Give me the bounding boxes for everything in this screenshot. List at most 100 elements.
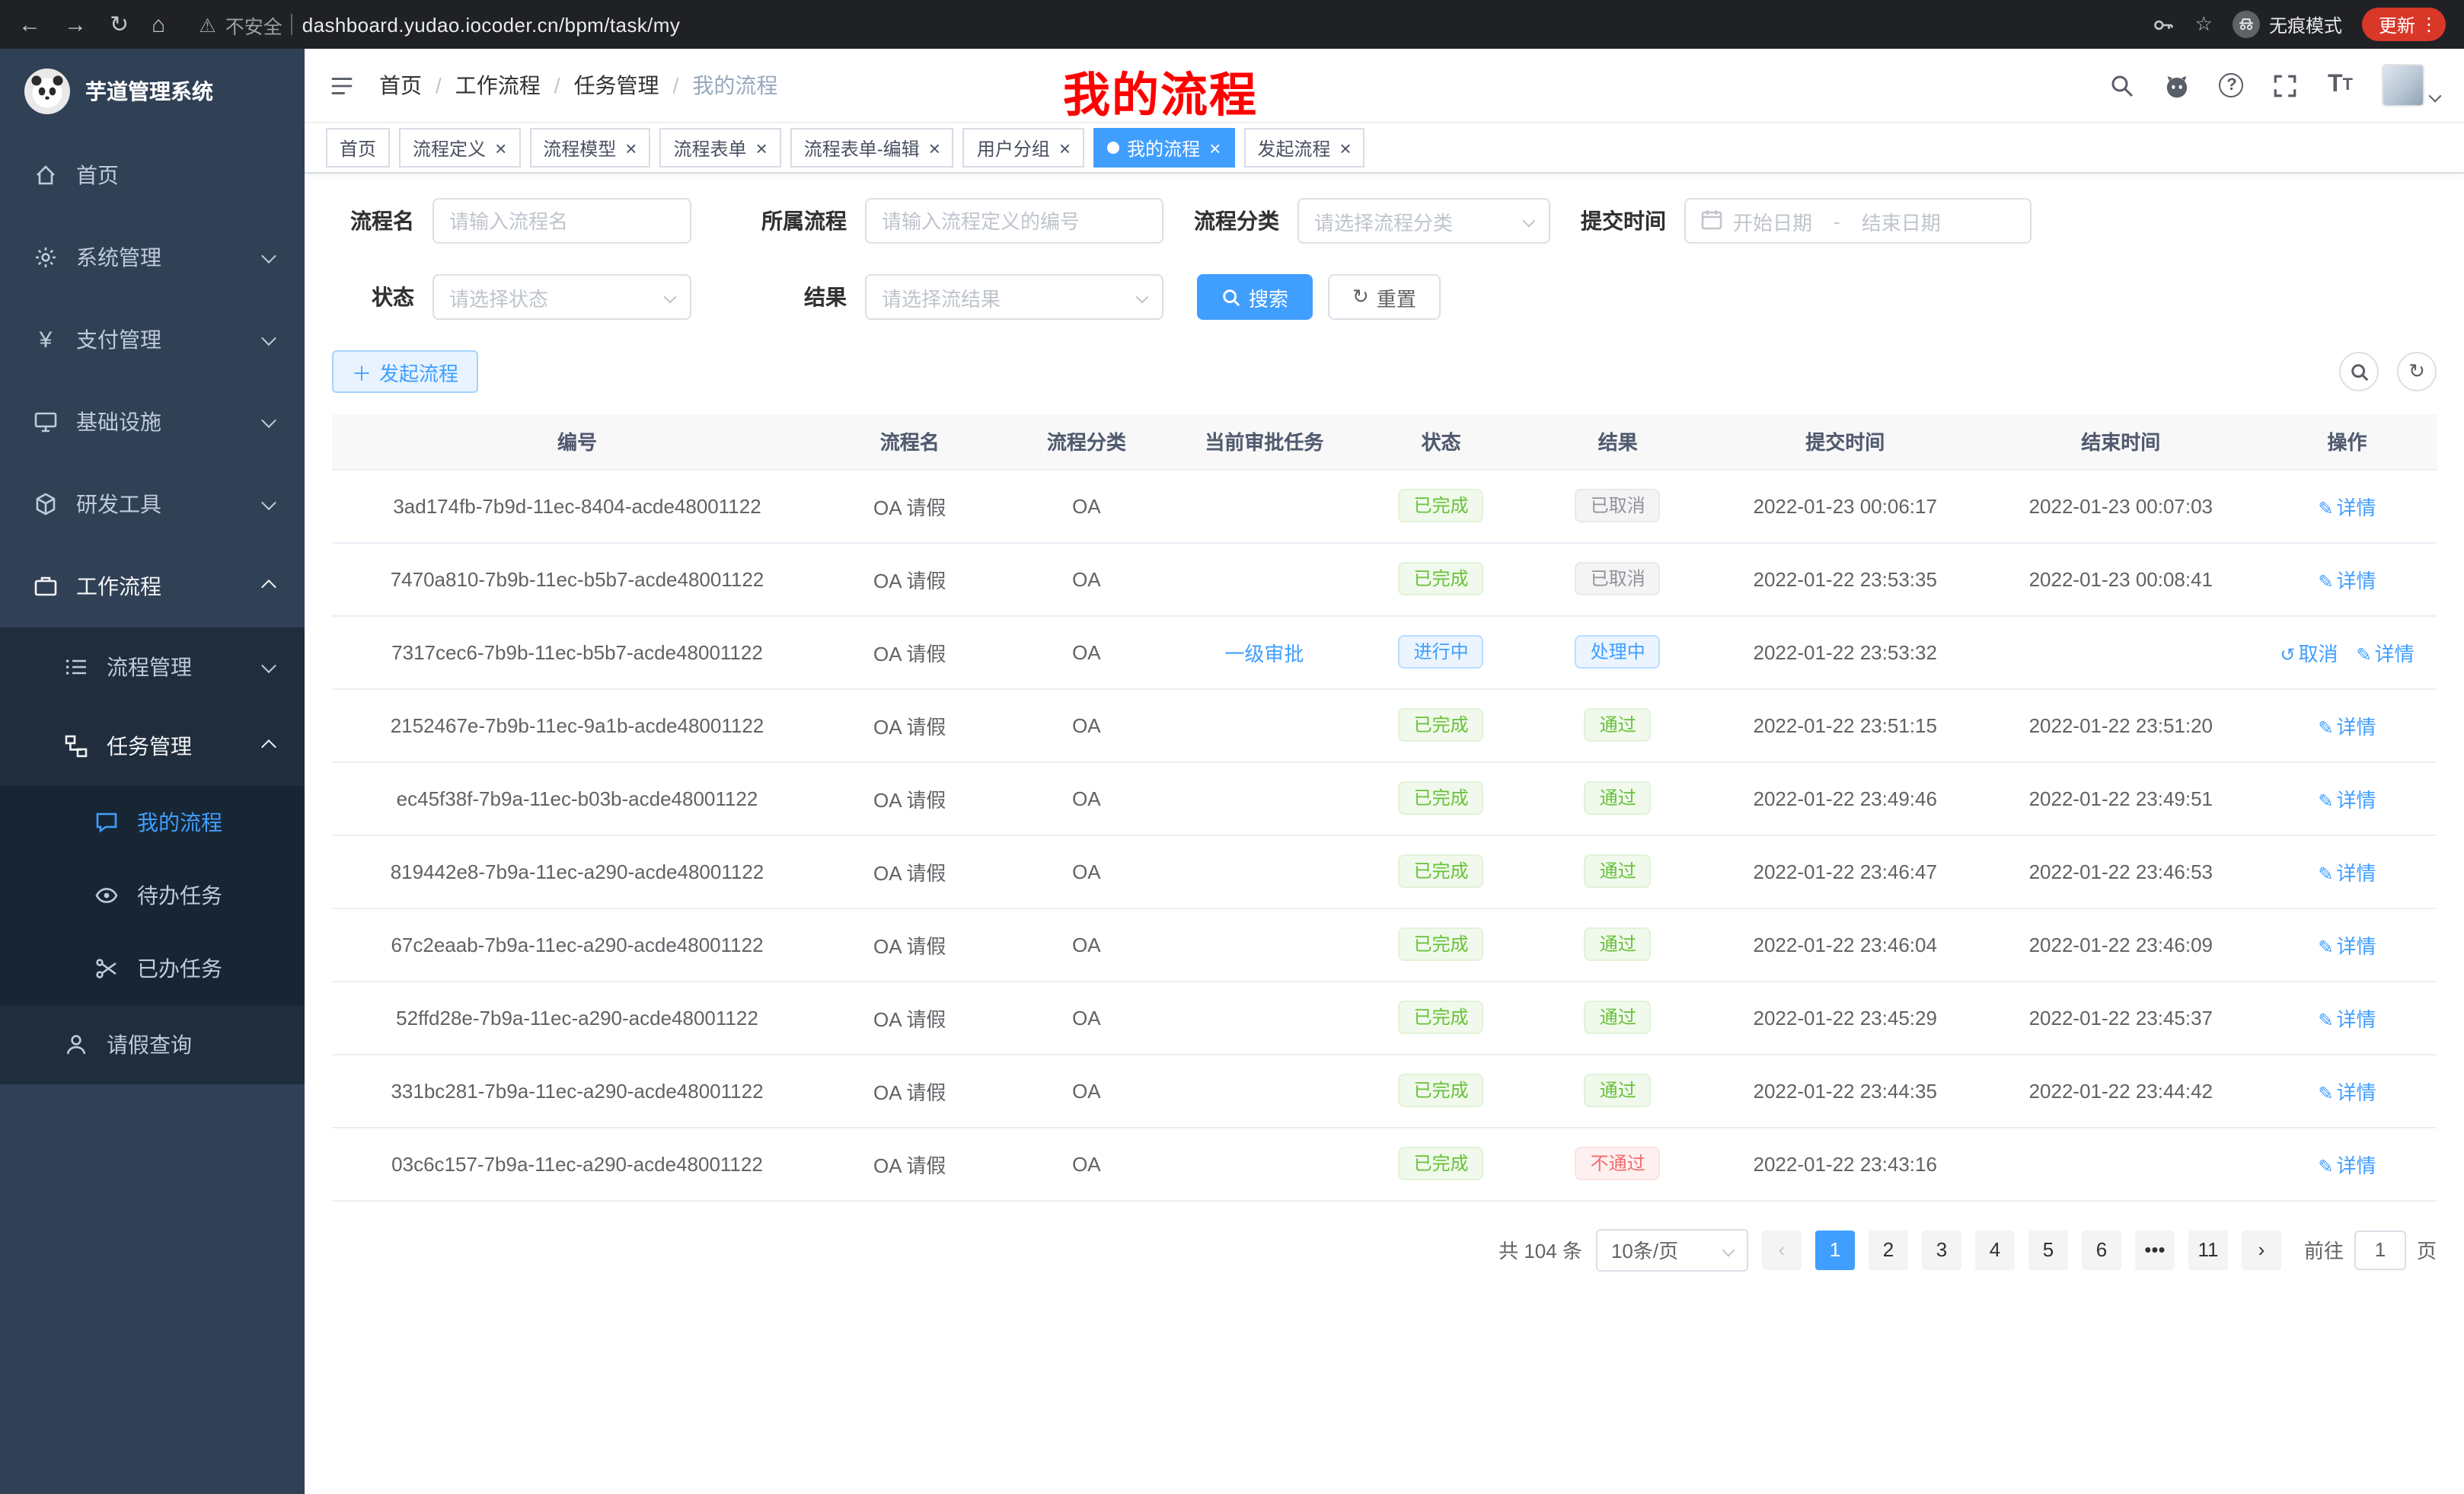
tab-流程表单-编辑[interactable]: 流程表单-编辑× xyxy=(790,128,954,168)
reload-icon[interactable]: ↻ xyxy=(110,11,129,38)
help-icon[interactable]: ? xyxy=(2220,73,2244,97)
pager-page-11[interactable]: 11 xyxy=(2188,1230,2228,1269)
tab-close-icon[interactable]: × xyxy=(1209,138,1221,158)
table-row: 3ad174fb-7b9d-11ec-8404-acde48001122OA 请… xyxy=(332,469,2437,542)
start-date-placeholder[interactable]: 开始日期 xyxy=(1733,206,1812,235)
github-icon[interactable] xyxy=(2165,72,2191,98)
action-detail-link[interactable]: ✎详情 xyxy=(2318,1081,2376,1103)
scissors-icon xyxy=(94,956,119,981)
pager-page-1[interactable]: 1 xyxy=(1815,1230,1855,1269)
tab-首页[interactable]: 首页 xyxy=(326,128,390,168)
category-select[interactable]: 请选择流程分类 xyxy=(1297,198,1550,244)
action-detail-link[interactable]: ✎详情 xyxy=(2356,642,2414,665)
pager-page-6[interactable]: 6 xyxy=(2082,1230,2121,1269)
sidebar-item-task-management[interactable]: 任务管理 xyxy=(0,707,305,786)
sidebar-item-workflow[interactable]: 工作流程 xyxy=(0,545,305,627)
breadcrumb-item[interactable]: 首页 xyxy=(379,70,422,101)
filter-row-1: 流程名 所属流程 流程分类 请选择流程分类 提交时间 xyxy=(332,198,2437,244)
result-select[interactable]: 请选择流结果 xyxy=(865,274,1163,320)
action-detail-link[interactable]: ✎详情 xyxy=(2318,1007,2376,1030)
sidebar-item-devtools[interactable]: 研发工具 xyxy=(0,463,305,545)
page-size-select[interactable]: 10条/页 xyxy=(1596,1228,1748,1271)
tab-close-icon[interactable]: × xyxy=(929,138,940,158)
cell-status: 进行中 xyxy=(1353,615,1530,688)
next-page-button[interactable]: › xyxy=(2242,1230,2281,1269)
cell-end-time: 2022-01-22 23:44:42 xyxy=(1984,1054,2258,1127)
pager-page-4[interactable]: 4 xyxy=(1975,1230,2015,1269)
action-detail-link[interactable]: ✎详情 xyxy=(2318,788,2376,811)
tab-流程模型[interactable]: 流程模型 × xyxy=(529,128,650,168)
sidebar-item-todo-tasks[interactable]: 待办任务 xyxy=(0,859,305,932)
pager-page-3[interactable]: 3 xyxy=(1922,1230,1961,1269)
sidebar-item-payment[interactable]: ¥ 支付管理 xyxy=(0,298,305,381)
tab-流程表单[interactable]: 流程表单× xyxy=(659,128,780,168)
action-detail-link[interactable]: ✎详情 xyxy=(2318,569,2376,592)
tab-流程定义[interactable]: 流程定义× xyxy=(399,128,520,168)
sidebar-item-leave-query[interactable]: 请假查询 xyxy=(0,1005,305,1084)
avatar[interactable] xyxy=(2382,64,2424,107)
address-bar-url[interactable]: dashboard.yudao.iocoder.cn/bpm/task/my xyxy=(302,13,681,36)
tab-用户分组[interactable]: 用户分组× xyxy=(963,128,1084,168)
tab-我的流程[interactable]: 我的流程× xyxy=(1093,128,1234,168)
chevron-down-icon xyxy=(1136,291,1149,304)
browser-menu-icon[interactable]: ⋮ xyxy=(2420,14,2438,35)
sidebar-item-infrastructure[interactable]: 基础设施 xyxy=(0,381,305,463)
start-process-button[interactable]: ＋ 发起流程 xyxy=(332,350,478,393)
tab-close-icon[interactable]: × xyxy=(1059,138,1071,158)
tab-close-icon[interactable]: × xyxy=(495,138,506,158)
goto-page-input[interactable] xyxy=(2354,1230,2406,1269)
tab-发起流程[interactable]: 发起流程× xyxy=(1243,128,1364,168)
browser-update-button[interactable]: 更新 ⋮ xyxy=(2362,8,2446,41)
briefcase-icon xyxy=(34,574,58,599)
sidebar-item-process-management[interactable]: 流程管理 xyxy=(0,627,305,707)
sidebar-item-my-process[interactable]: 我的流程 xyxy=(0,786,305,859)
back-icon[interactable]: ← xyxy=(18,11,41,37)
refresh-table-button[interactable]: ↻ xyxy=(2397,352,2437,391)
pager-page-2[interactable]: 2 xyxy=(1869,1230,1908,1269)
process-name-input[interactable] xyxy=(449,209,675,232)
action-detail-link[interactable]: ✎详情 xyxy=(2318,861,2376,884)
cell-process-name: OA 请假 xyxy=(822,981,997,1054)
status-select[interactable]: 请选择状态 xyxy=(432,274,691,320)
tab-close-icon[interactable]: × xyxy=(625,138,637,158)
key-icon[interactable] xyxy=(2153,13,2175,36)
action-detail-link[interactable]: ✎详情 xyxy=(2318,934,2376,957)
pager-page-5[interactable]: 5 xyxy=(2028,1230,2068,1269)
action-cancel-link[interactable]: ↺取消 xyxy=(2280,642,2338,665)
breadcrumb-item[interactable]: 任务管理 xyxy=(574,70,659,101)
tab-close-icon[interactable]: × xyxy=(1339,138,1351,158)
end-date-placeholder[interactable]: 结束日期 xyxy=(1862,206,1941,235)
sidebar-item-done-tasks[interactable]: 已办任务 xyxy=(0,932,305,1005)
current-task-link[interactable]: 一级审批 xyxy=(1224,642,1304,665)
bookmark-star-icon[interactable]: ☆ xyxy=(2195,12,2213,37)
sidebar-item-system[interactable]: 系统管理 xyxy=(0,216,305,298)
user-menu[interactable] xyxy=(2382,64,2440,107)
home-icon[interactable]: ⌂ xyxy=(152,11,165,37)
action-detail-link[interactable]: ✎详情 xyxy=(2318,1154,2376,1176)
forward-icon[interactable]: → xyxy=(64,11,87,37)
reset-button[interactable]: ↻ 重置 xyxy=(1328,274,1441,320)
tab-label: 流程模型 xyxy=(543,135,616,161)
fullscreen-icon[interactable] xyxy=(2273,72,2299,98)
sidebar-item-label: 首页 xyxy=(76,160,274,190)
cell-actions: ✎详情 xyxy=(2258,1054,2437,1127)
security-warning-label[interactable]: 不安全 xyxy=(225,10,282,39)
tab-close-icon[interactable]: × xyxy=(756,138,768,158)
cell-process-name: OA 请假 xyxy=(822,615,997,688)
breadcrumb-item[interactable]: 工作流程 xyxy=(455,70,541,101)
action-detail-link[interactable]: ✎详情 xyxy=(2318,496,2376,519)
toggle-search-button[interactable] xyxy=(2339,352,2379,391)
hamburger-icon[interactable] xyxy=(329,72,355,98)
edit-icon: ✎ xyxy=(2318,790,2333,811)
search-button[interactable]: 搜索 xyxy=(1197,274,1313,320)
cell-submit-time: 2022-01-22 23:44:35 xyxy=(1706,1054,1984,1127)
action-detail-link[interactable]: ✎详情 xyxy=(2318,715,2376,738)
process-definition-input[interactable] xyxy=(882,209,1147,232)
submit-time-range-picker[interactable]: 开始日期 - 结束日期 xyxy=(1684,198,2032,244)
sidebar-item-home[interactable]: 首页 xyxy=(0,134,305,216)
pager-more-button[interactable]: ••• xyxy=(2135,1230,2175,1269)
prev-page-button[interactable]: ‹ xyxy=(1762,1230,1802,1269)
font-size-icon[interactable]: TT xyxy=(2328,72,2353,99)
result-tag: 通过 xyxy=(1585,1073,1652,1108)
search-icon[interactable] xyxy=(2110,72,2136,98)
